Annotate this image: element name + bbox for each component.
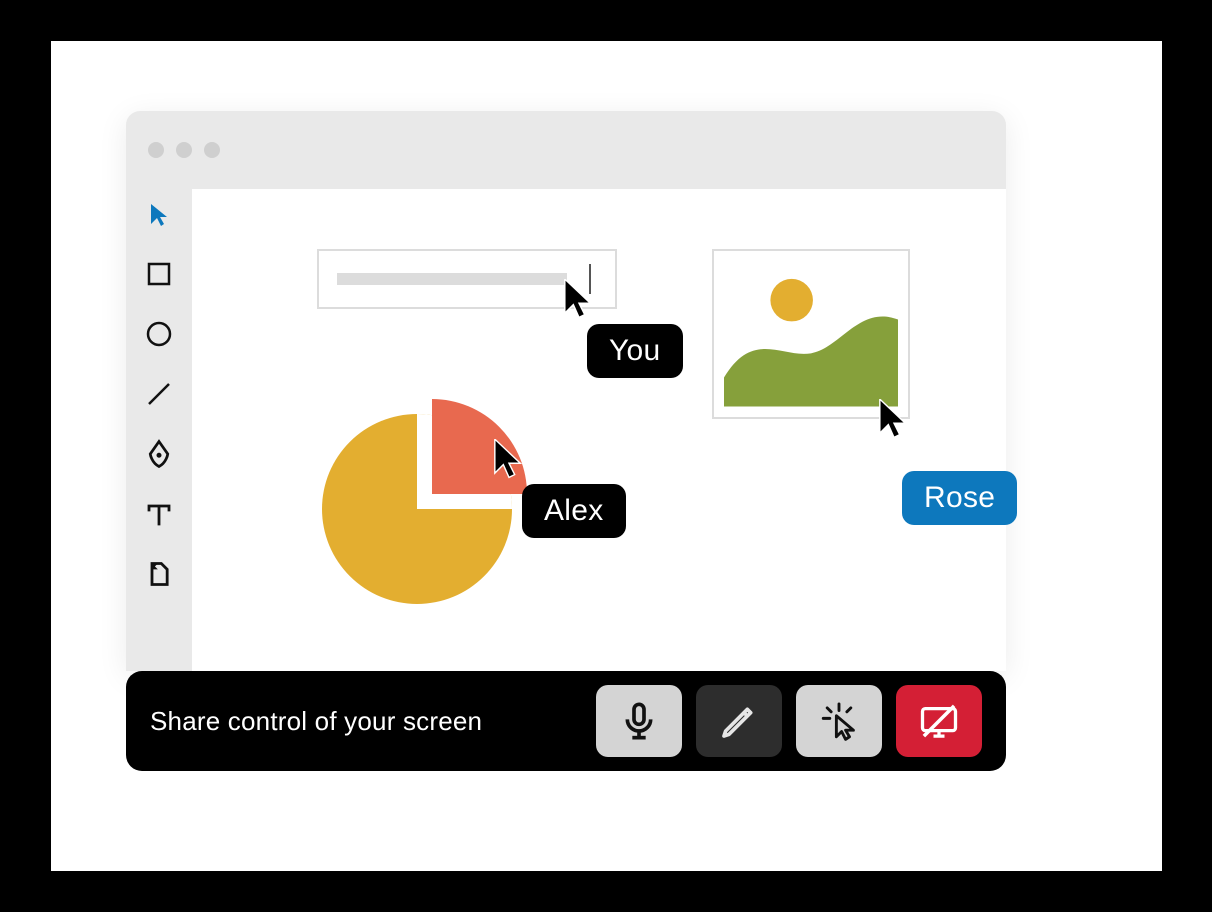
window-titlebar	[126, 111, 1006, 189]
tool-rectangle[interactable]	[144, 259, 174, 289]
cursor-label-rose: Rose	[902, 471, 1017, 525]
tool-circle[interactable]	[144, 319, 174, 349]
tool-rail	[126, 189, 192, 671]
traffic-light-close[interactable]	[148, 142, 164, 158]
cursor-label-you: You	[587, 324, 683, 378]
app-window: You Alex Rose	[126, 111, 1006, 671]
pie-chart[interactable]	[312, 389, 532, 609]
pencil-icon	[719, 701, 759, 741]
text-input-box[interactable]	[317, 249, 617, 309]
screen-share-control-bar: Share control of your screen	[126, 671, 1006, 771]
tool-page[interactable]	[144, 559, 174, 589]
tool-pen[interactable]	[144, 439, 174, 469]
text-caret	[589, 264, 591, 294]
pointer-click-icon	[818, 700, 860, 742]
image-placeholder[interactable]	[712, 249, 910, 419]
microphone-button[interactable]	[596, 685, 682, 757]
microphone-icon	[619, 701, 659, 741]
stage: You Alex Rose Share control of	[51, 41, 1162, 871]
traffic-light-zoom[interactable]	[204, 142, 220, 158]
canvas[interactable]: You Alex Rose	[192, 189, 1006, 671]
pointer-button[interactable]	[796, 685, 882, 757]
text-placeholder-bar	[337, 273, 567, 285]
stop-screen-share-icon	[917, 699, 961, 743]
stop-share-button[interactable]	[896, 685, 982, 757]
image-placeholder-art	[724, 261, 898, 407]
tool-text[interactable]	[144, 499, 174, 529]
control-bar-caption: Share control of your screen	[150, 706, 582, 737]
traffic-light-minimize[interactable]	[176, 142, 192, 158]
tool-line[interactable]	[144, 379, 174, 409]
draw-button[interactable]	[696, 685, 782, 757]
tool-select[interactable]	[144, 199, 174, 229]
cursor-label-alex: Alex	[522, 484, 626, 538]
